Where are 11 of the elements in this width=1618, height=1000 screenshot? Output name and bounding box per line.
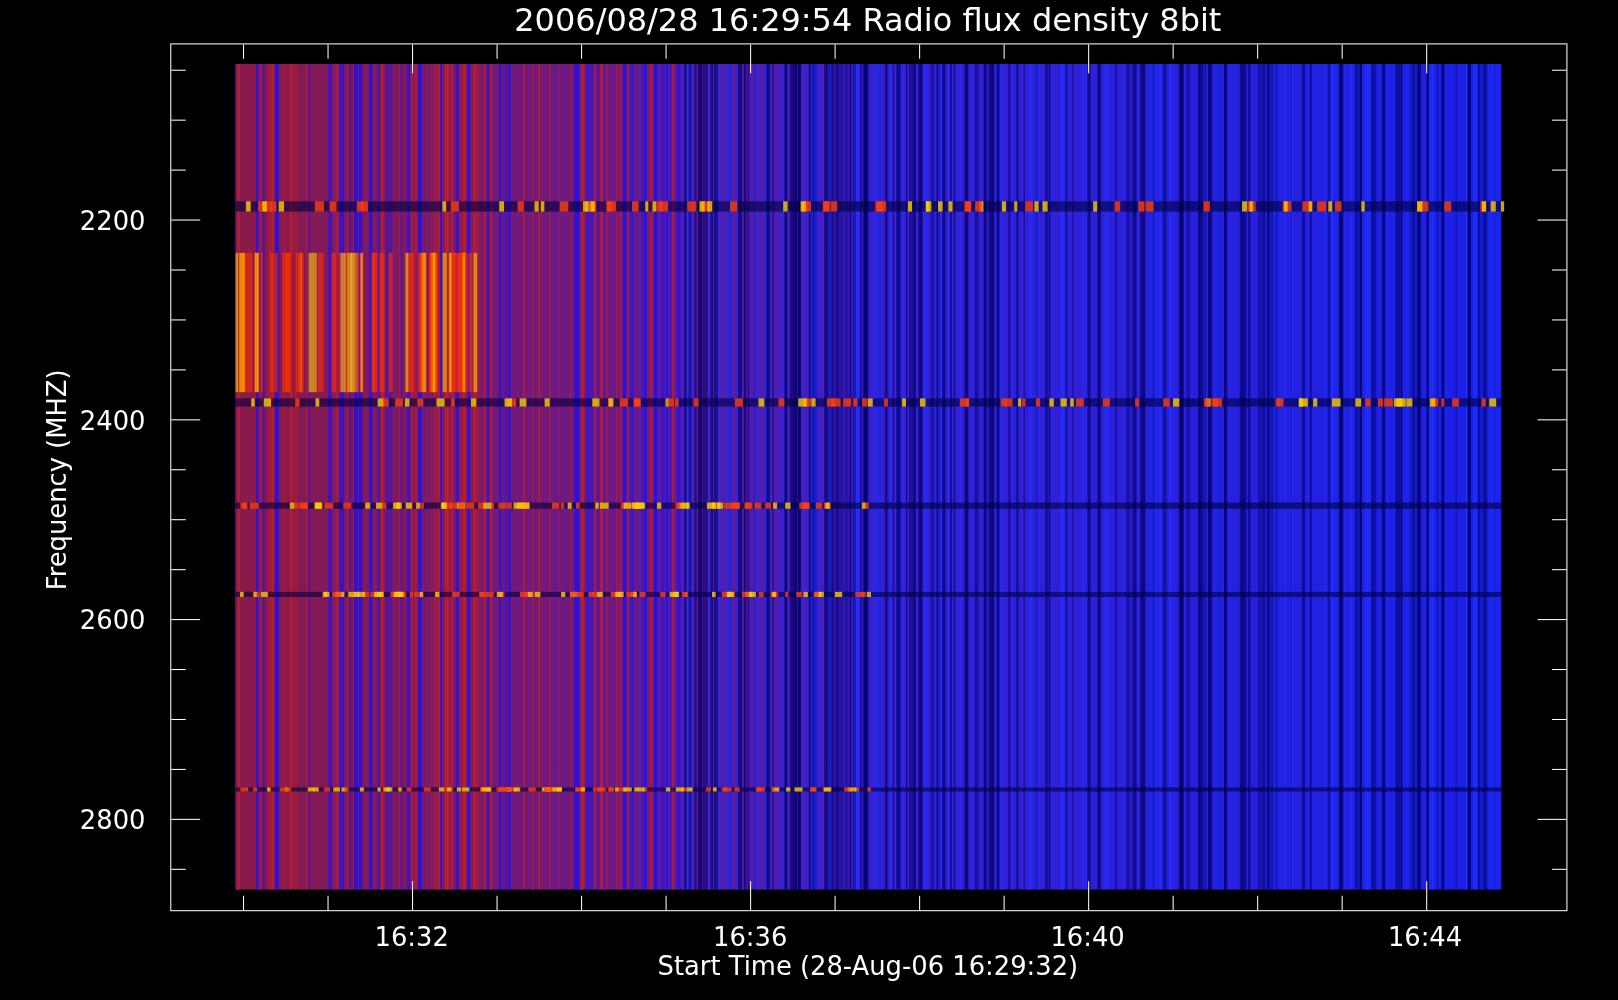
- axis-label: Start Time (28-Aug-06 16:29:32): [657, 951, 1079, 982]
- tick-label: 16:36: [713, 922, 788, 953]
- tick-label: 2400: [79, 406, 146, 437]
- axis-label: Frequency (MHZ): [42, 369, 73, 591]
- tick-label: 16:44: [1387, 922, 1463, 953]
- tick-label: 2800: [79, 804, 146, 835]
- tick-label: 2600: [79, 605, 146, 636]
- tick-label: 16:32: [374, 922, 449, 953]
- tick-label: 16:40: [1050, 922, 1125, 953]
- tick-label: 2200: [79, 206, 146, 237]
- plot-title: 2006/08/28 16:29:54 Radio flux density 8bit: [514, 1, 1222, 39]
